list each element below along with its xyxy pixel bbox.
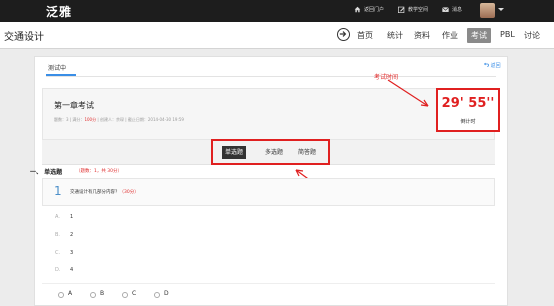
option-letter-d: D. (55, 267, 61, 273)
answer-label-a[interactable]: A (68, 290, 72, 297)
answer-radio-c[interactable] (122, 292, 128, 298)
answer-label-b[interactable]: B (100, 290, 104, 297)
question-stem: 交通设计有几部分内容？ (70, 190, 120, 195)
question-text: 交通设计有几部分内容？（30分） (70, 189, 139, 195)
section-note: （题数：1，共 30分） (76, 169, 123, 174)
answer-radio-d[interactable] (154, 292, 160, 298)
option-letter-b: B. (55, 232, 61, 238)
option-letter-c: C. (55, 250, 61, 256)
option-letter-a: A. (55, 214, 60, 220)
answer-label-c[interactable]: C (132, 290, 136, 297)
option-text-c: 3 (70, 250, 74, 256)
option-text-a: 1 (70, 214, 74, 220)
question-number: 1 (54, 184, 62, 198)
answer-label-d[interactable]: D (164, 290, 169, 297)
option-text-b: 2 (70, 232, 74, 238)
answer-divider (42, 283, 495, 284)
answer-radio-a[interactable] (58, 292, 64, 298)
page-root: 泛雅 返回门户 教学空间 消息 交通设计 首页 统计 资料 作业 考试 PBL … (0, 0, 554, 306)
section-title: 一、 单选题 (30, 169, 63, 176)
annotation-arrows (295, 79, 429, 190)
answer-radio-b[interactable] (90, 292, 96, 298)
option-text-d: 4 (70, 267, 74, 273)
question-score: （30分） (119, 190, 139, 195)
